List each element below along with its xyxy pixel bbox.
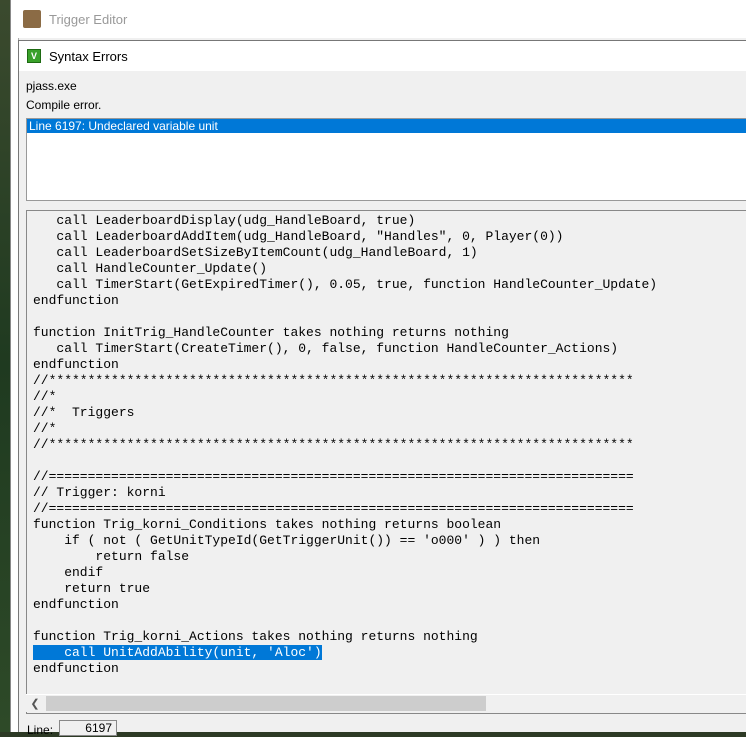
code-line-text: endif — [33, 565, 104, 580]
code-line: //**************************************… — [33, 373, 746, 389]
horizontal-scrollbar[interactable]: ❮ — [26, 694, 746, 712]
code-line: call UnitAddAbility(unit, 'Aloc') — [33, 645, 746, 661]
code-line-text: //* — [33, 421, 57, 436]
line-label: Line: — [27, 723, 54, 737]
code-line-text: endfunction — [33, 661, 119, 676]
code-line: call LeaderboardDisplay(udg_HandleBoard,… — [33, 213, 746, 229]
code-view[interactable]: call LeaderboardDisplay(udg_HandleBoard,… — [26, 210, 746, 714]
code-line-text: call LeaderboardDisplay(udg_HandleBoard,… — [33, 213, 416, 228]
code-line-text: if ( not ( GetUnitTypeId(GetTriggerUnit(… — [33, 533, 541, 548]
code-line: return true — [33, 581, 746, 597]
code-line-text: call HandleCounter_Update() — [33, 261, 268, 276]
code-line: //======================================… — [33, 501, 746, 517]
scroll-icon — [23, 10, 41, 28]
code-line: endfunction — [33, 597, 746, 613]
code-line: //* Triggers — [33, 405, 746, 421]
code-line-text: // Trigger: korni — [33, 485, 166, 500]
code-line: function InitTrig_HandleCounter takes no… — [33, 325, 746, 341]
code-line: endfunction — [33, 357, 746, 373]
code-line: //* — [33, 421, 746, 437]
code-line-text: endfunction — [33, 597, 119, 612]
code-line-text: //* Triggers — [33, 405, 135, 420]
code-line: // Trigger: korni — [33, 485, 746, 501]
code-line: call LeaderboardAddItem(udg_HandleBoard,… — [33, 229, 746, 245]
scroll-left-icon[interactable]: ❮ — [28, 697, 42, 711]
code-line: call LeaderboardSetSizeByItemCount(udg_H… — [33, 245, 746, 261]
code-line-text: return false — [33, 549, 190, 564]
code-line: call TimerStart(CreateTimer(), 0, false,… — [33, 341, 746, 357]
code-line: endfunction — [33, 661, 746, 677]
code-line-text: function Trig_korni_Conditions takes not… — [33, 517, 502, 532]
trigger-editor-title: Trigger Editor — [49, 11, 128, 27]
code-line-text: return true — [33, 581, 151, 596]
code-line: //* — [33, 389, 746, 405]
jasshelper-icon: V — [27, 49, 41, 63]
code-line-text: //======================================… — [33, 469, 634, 484]
code-line-text: endfunction — [33, 293, 119, 308]
dialog-titlebar[interactable]: V Syntax Errors — [19, 41, 746, 71]
code-line-text: function InitTrig_HandleCounter takes no… — [33, 325, 509, 340]
code-line: endif — [33, 565, 746, 581]
code-line: call TimerStart(GetExpiredTimer(), 0.05,… — [33, 277, 746, 293]
syntax-errors-dialog: V Syntax Errors pjass.exe Compile error.… — [18, 40, 746, 737]
code-line: return false — [33, 549, 746, 565]
code-line-text: call TimerStart(CreateTimer(), 0, false,… — [33, 341, 619, 356]
code-line-text: function Trig_korni_Actions takes nothin… — [33, 629, 478, 644]
code-line: function Trig_korni_Conditions takes not… — [33, 517, 746, 533]
code-line-text: endfunction — [33, 357, 119, 372]
code-line-text: //* — [33, 389, 57, 404]
code-line: function Trig_korni_Actions takes nothin… — [33, 629, 746, 645]
dialog-title: Syntax Errors — [49, 48, 128, 64]
code-line-text: call UnitAddAbility(unit, 'Aloc') — [33, 645, 322, 660]
error-list[interactable]: Line 6197: Undeclared variable unit — [26, 118, 746, 201]
code-line-text: call LeaderboardAddItem(udg_HandleBoard,… — [33, 229, 564, 244]
tool-name: pjass.exe — [26, 79, 77, 93]
code-line-text: //**************************************… — [33, 373, 634, 388]
code-line-text: //**************************************… — [33, 437, 634, 452]
code-line: endfunction — [33, 293, 746, 309]
error-item[interactable]: Line 6197: Undeclared variable unit — [27, 119, 746, 133]
code-line-text: //======================================… — [33, 501, 634, 516]
trigger-editor-titlebar[interactable]: Trigger Editor — [11, 0, 746, 38]
scrollbar-thumb[interactable] — [46, 696, 486, 711]
code-line: //======================================… — [33, 469, 746, 485]
code-line: call HandleCounter_Update() — [33, 261, 746, 277]
code-line: //**************************************… — [33, 437, 746, 453]
compile-status: Compile error. — [26, 98, 102, 112]
code-line: if ( not ( GetUnitTypeId(GetTriggerUnit(… — [33, 533, 746, 549]
code-line-text: call TimerStart(GetExpiredTimer(), 0.05,… — [33, 277, 658, 292]
code-line-text: call LeaderboardSetSizeByItemCount(udg_H… — [33, 245, 478, 260]
line-number-field[interactable]: 6197 — [59, 720, 117, 736]
